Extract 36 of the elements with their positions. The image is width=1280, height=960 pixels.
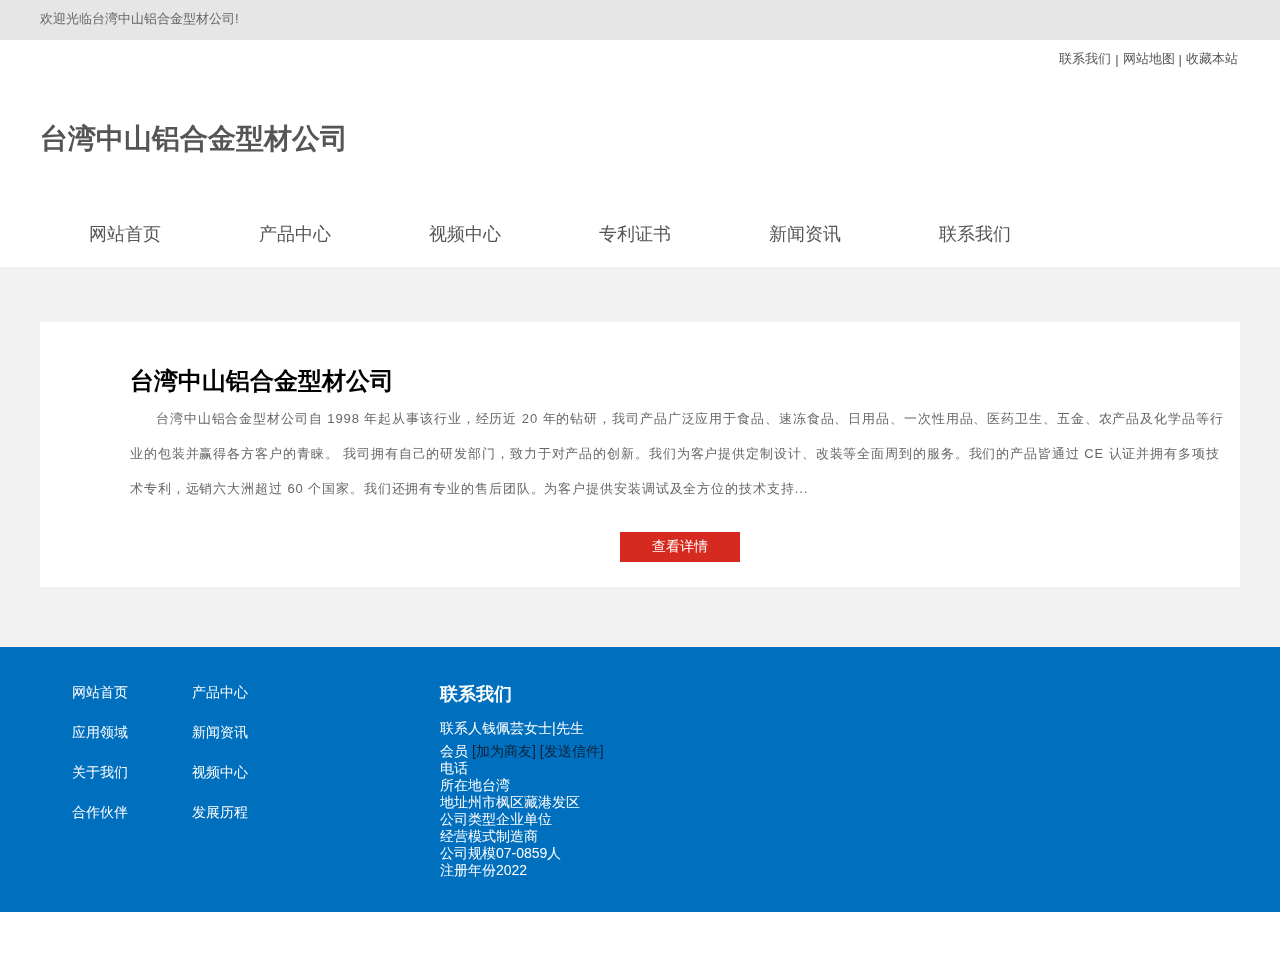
member-label: 会员 [440,743,468,760]
nav-item[interactable]: 网站首页 [40,222,210,246]
header-link[interactable]: 收藏本站 [1186,50,1238,68]
member-link[interactable]: [发送信件] [539,743,604,760]
footer-link[interactable]: 网站首页 [72,684,128,702]
footer-link[interactable]: 新闻资讯 [192,724,248,742]
nav-item[interactable]: 新闻资讯 [720,222,890,246]
footer-link[interactable]: 视频中心 [192,764,248,782]
header-link[interactable]: 联系我们 [1059,50,1112,68]
nav-item[interactable]: 联系我们 [890,222,1060,246]
contact-info-text: 公司类型企业单位 [440,811,552,828]
footer-link[interactable]: 合作伙伴 [72,804,128,822]
nav-item[interactable]: 专利证书 [550,222,720,246]
separator-text: | [1115,51,1119,67]
contact-info-text: 公司规模07-0859人 [440,845,562,862]
contact-info-text: 电话 [440,760,468,777]
footer-link[interactable]: 发展历程 [192,804,248,822]
member-link[interactable]: [加为商友] [472,743,536,760]
nav-item[interactable]: 产品中心 [210,222,380,246]
footer-link[interactable]: 应用领域 [72,724,128,742]
contact-info-text: 注册年份2022 [440,862,528,879]
footer-link[interactable]: 产品中心 [192,684,248,702]
footer-link[interactable]: 关于我们 [72,764,128,782]
welcome-text: 欢迎光临台湾中山铝合金型材公司! [40,9,239,28]
contact-person-text: 联系人钱佩芸女士|先生 [440,720,584,737]
site-logo-text: 台湾中山铝合金型材公司 [40,121,349,156]
separator-text: | [1178,51,1182,67]
contact-info-text: 经营模式制造商 [440,828,538,845]
details-button[interactable]: 查看详情 [620,532,740,562]
contact-title: 联系我们 [440,683,512,706]
header-link[interactable]: 网站地图 [1122,50,1175,68]
intro-title: 台湾中山铝合金型材公司 [130,366,395,396]
nav-item[interactable]: 视频中心 [380,222,550,246]
contact-info-text: 所在地台湾 [440,777,510,794]
contact-info-text: 地址州市枫区藏港发区 [440,794,580,811]
intro-paragraph: 台湾中山铝合金型材公司自 1998 年起从事该行业，经历近 20 年的钻研，我司产品广泛应用于食品、速冻食品、日用品、一次性用品、医药卫生、五金、农产品及化学品等行业的包装并赢得各方客户的青睐。 我司拥有自己的研发部门，致力于对产品的创新。我们为客户提供定制设计、改装等全面周到的服务。我们的产品皆通过 CE 认证并拥有多项技术专利，远销六大洲超过 60 个国家。我们还拥有专业的售后团队。为客户提供安装调试及全方位的技术支持... [130,410,1225,498]
